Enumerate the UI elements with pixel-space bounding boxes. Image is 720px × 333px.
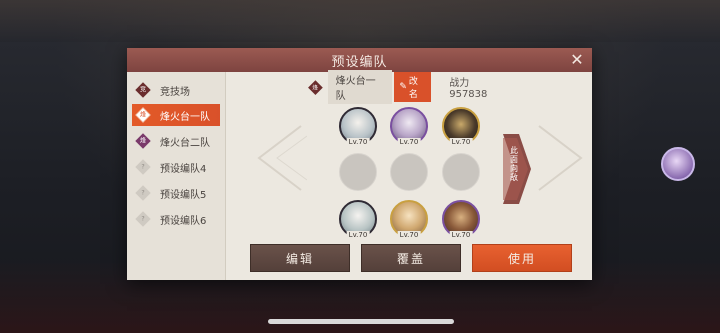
formation-sidebar: 竞 竞技场 烽 烽火台一队 烽 烽火台二队 ? 预设编队4 ? 预设编队5 ? … bbox=[127, 72, 226, 280]
question-badge-icon: ? bbox=[135, 211, 151, 227]
sidebar-item-preset-4[interactable]: ? 预设编队4 bbox=[132, 156, 220, 178]
close-icon[interactable]: ✕ bbox=[568, 51, 586, 69]
preset-formation-dialog: 预设编队 ✕ 竞 竞技场 烽 烽火台一队 烽 烽火台二队 ? 预设编队4 ? 预… bbox=[127, 48, 592, 280]
dialog-title: 预设编队 bbox=[331, 55, 388, 70]
home-indicator[interactable] bbox=[268, 319, 454, 324]
sidebar-item-label: 烽火台二队 bbox=[160, 137, 210, 149]
decorative-chevron-left bbox=[257, 125, 307, 191]
decorative-chevron-right bbox=[538, 125, 583, 191]
hero-slot-front-3[interactable]: Lv.70 bbox=[442, 107, 480, 147]
question-badge-icon: ? bbox=[135, 185, 151, 201]
sidebar-item-preset-5[interactable]: ? 预设编队5 bbox=[132, 182, 220, 204]
team-name: 烽火台一队 bbox=[327, 70, 393, 104]
rename-label: 改名 bbox=[408, 77, 418, 100]
background-top-bar bbox=[0, 0, 720, 42]
team-info-bar: 烽 烽火台一队 ✎ 改名 战力 957838 bbox=[308, 70, 509, 104]
sidebar-item-beacon-team-1[interactable]: 烽 烽火台一队 bbox=[132, 104, 220, 126]
pencil-icon: ✎ bbox=[399, 82, 407, 92]
hero-level: Lv.70 bbox=[346, 138, 370, 147]
hero-slot-back-2[interactable]: Lv.70 bbox=[390, 200, 428, 240]
sidebar-item-label: 烽火台一队 bbox=[160, 111, 210, 123]
empty-slot-middle-3[interactable] bbox=[442, 153, 480, 191]
rename-button[interactable]: ✎ 改名 bbox=[394, 72, 432, 102]
sidebar-item-arena[interactable]: 竞 竞技场 bbox=[132, 79, 220, 101]
hero-level: Lv.70 bbox=[449, 138, 473, 147]
beacon-badge-icon: 烽 bbox=[135, 133, 151, 149]
question-badge-icon: ? bbox=[135, 159, 151, 175]
edit-button[interactable]: 编辑 bbox=[250, 244, 350, 272]
sidebar-item-label: 预设编队6 bbox=[160, 215, 207, 227]
empty-slot-middle-1[interactable] bbox=[339, 153, 377, 191]
empty-slot-middle-2[interactable] bbox=[390, 153, 428, 191]
hero-slot-back-3[interactable]: Lv.70 bbox=[442, 200, 480, 240]
hero-slot-back-1[interactable]: Lv.70 bbox=[339, 200, 377, 240]
combat-power: 战力 957838 bbox=[449, 78, 488, 100]
hero-level: Lv.70 bbox=[346, 231, 370, 240]
arena-badge-icon: 竞 bbox=[135, 82, 151, 98]
dialog-header: 预设编队 ✕ bbox=[127, 48, 592, 72]
use-button[interactable]: 使用 bbox=[472, 244, 572, 272]
sidebar-item-beacon-team-2[interactable]: 烽 烽火台二队 bbox=[132, 130, 220, 152]
sidebar-item-preset-6[interactable]: ? 预设编队6 bbox=[132, 208, 220, 230]
hero-level: Lv.70 bbox=[397, 138, 421, 147]
beacon-badge-icon: 烽 bbox=[135, 107, 151, 123]
sidebar-item-label: 预设编队4 bbox=[160, 163, 207, 175]
beacon-badge-icon: 烽 bbox=[308, 79, 323, 95]
sidebar-item-label: 竞技场 bbox=[160, 86, 190, 98]
overwrite-button[interactable]: 覆盖 bbox=[361, 244, 461, 272]
enemy-direction-label: 此面向敌 bbox=[510, 146, 518, 182]
hero-level: Lv.70 bbox=[397, 231, 421, 240]
hero-slot-front-1[interactable]: Lv.70 bbox=[339, 107, 377, 147]
hero-level: Lv.70 bbox=[449, 231, 473, 240]
floating-character-icon[interactable] bbox=[661, 147, 695, 181]
sidebar-item-label: 预设编队5 bbox=[160, 189, 207, 201]
hero-slot-front-2[interactable]: Lv.70 bbox=[390, 107, 428, 147]
